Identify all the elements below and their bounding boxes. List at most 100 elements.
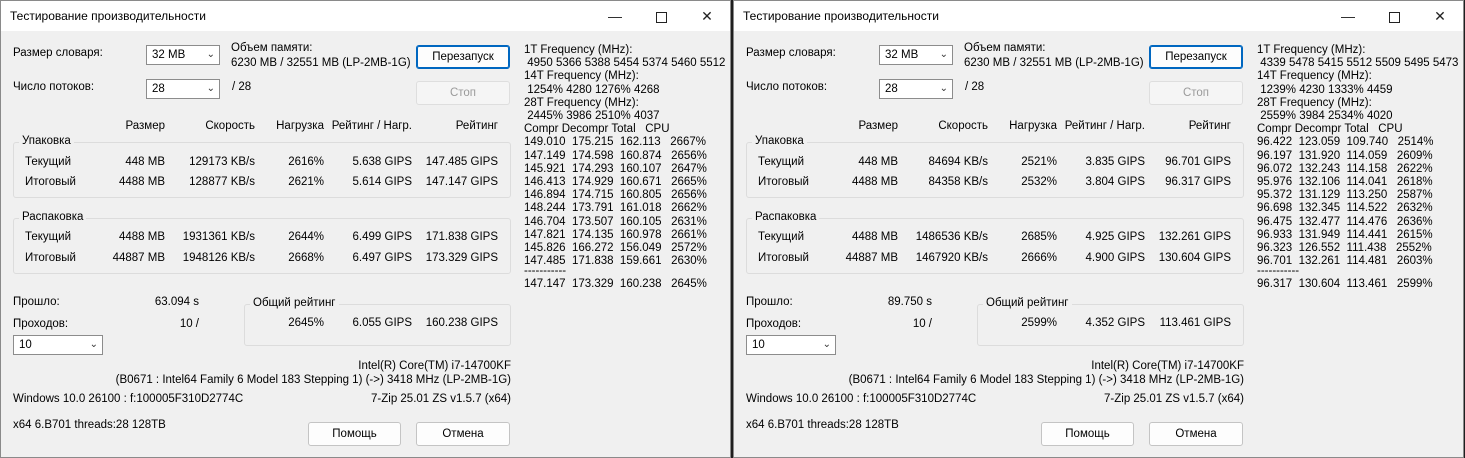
title-bar[interactable]: Тестирование производительности — ✕: [734, 1, 1463, 31]
log-line: 4950 5366 5388 5454 5374 5460 5512: [524, 57, 726, 70]
log-line: 146.413 174.929 160.671 2665%: [524, 176, 707, 189]
log-line: 14T Frequency (MHz):: [1257, 70, 1372, 83]
compress-group-title: Упаковка: [752, 135, 807, 147]
log-line: 28T Frequency (MHz):: [524, 96, 639, 109]
memory-label: Объем памяти:: [231, 42, 313, 54]
log-total-line: 147.147 173.329 160.238 2645%: [524, 278, 707, 290]
minimize-icon[interactable]: —: [1325, 1, 1371, 31]
compress-total-rpu: 5.614 GIPS: [352, 176, 412, 188]
compress-total-load: 2621%: [288, 176, 324, 188]
log-line: 96.072 132.243 114.158 2622%: [1257, 162, 1433, 175]
overall-rating-per-load: 6.055 GIPS: [352, 317, 412, 329]
stop-button[interactable]: Стоп: [416, 81, 510, 105]
col-rating-per-load-header: Рейтинг / Нагр.: [1064, 120, 1145, 132]
close-icon[interactable]: ✕: [1417, 1, 1463, 31]
cancel-button[interactable]: Отмена: [1149, 422, 1243, 446]
passes-select[interactable]: 10 ⌄: [13, 335, 103, 355]
log-line: 28T Frequency (MHz):: [1257, 96, 1372, 109]
log-line: 1T Frequency (MHz):: [1257, 44, 1366, 56]
compress-total-load: 2532%: [1021, 176, 1057, 188]
compress-current-load: 2521%: [1021, 156, 1057, 168]
elapsed-label: Прошло:: [13, 296, 60, 308]
threads-select[interactable]: 28 ⌄: [879, 79, 953, 99]
col-size-header: Размер: [858, 120, 898, 132]
minimize-icon[interactable]: —: [592, 1, 638, 31]
overall-load: 2645%: [288, 317, 324, 329]
dictionary-size-label: Размер словаря:: [13, 47, 103, 59]
chevron-down-icon: ⌄: [939, 83, 948, 94]
help-button[interactable]: Помощь: [1041, 422, 1134, 446]
decompress-group: [746, 218, 1244, 274]
decompress-current-rpu: 6.499 GIPS: [352, 231, 412, 243]
log-line: 145.921 174.293 160.107 2647%: [524, 162, 707, 175]
chevron-down-icon: ⌄: [206, 49, 215, 60]
decompress-group-title: Распаковка: [19, 211, 87, 223]
col-load-header: Нагрузка: [1009, 120, 1057, 132]
threads-label: Число потоков:: [746, 81, 828, 93]
log-line: 147.821 174.135 160.978 2661%: [524, 228, 707, 241]
log-line: Compr Decompr Total CPU: [1257, 123, 1403, 136]
help-button[interactable]: Помощь: [308, 422, 401, 446]
log-line: 1254% 4280 1276% 4268: [524, 83, 660, 96]
overall-load: 2599%: [1021, 317, 1057, 329]
overall-rating-title: Общий рейтинг: [983, 297, 1072, 309]
log-line: 4339 5478 5415 5512 5509 5495 5473: [1257, 57, 1459, 70]
compress-current-speed: 84694 KB/s: [928, 156, 988, 168]
threads-select[interactable]: 28 ⌄: [146, 79, 220, 99]
restart-button[interactable]: Перезапуск: [1149, 45, 1243, 69]
log-line: Compr Decompr Total CPU: [524, 123, 670, 136]
close-icon[interactable]: ✕: [684, 1, 730, 31]
dictionary-size-select[interactable]: 32 MB ⌄: [146, 45, 220, 65]
log-line: 95.372 131.129 113.250 2587%: [1257, 189, 1433, 202]
col-rating-header: Рейтинг: [1188, 120, 1231, 132]
passes-select[interactable]: 10 ⌄: [746, 335, 836, 355]
restart-button[interactable]: Перезапуск: [416, 45, 510, 69]
chevron-down-icon: ⌄: [822, 339, 831, 350]
elapsed-value: 63.094 s: [154, 296, 199, 308]
col-rating-per-load-header: Рейтинг / Нагр.: [331, 120, 412, 132]
stop-button[interactable]: Стоп: [1149, 81, 1243, 105]
compress-current-load: 2616%: [288, 156, 324, 168]
decompress-current-label: Текущий: [758, 231, 804, 243]
cpu-name: Intel(R) Core(TM) i7-14700KF: [1091, 360, 1244, 372]
col-speed-header: Скорость: [938, 120, 988, 132]
compress-current-rpu: 3.835 GIPS: [1085, 156, 1145, 168]
cancel-button[interactable]: Отмена: [416, 422, 510, 446]
decompress-group-title: Распаковка: [752, 211, 820, 223]
dictionary-size-value: 32 MB: [885, 49, 919, 61]
compress-total-label: Итоговый: [25, 176, 76, 188]
threads-value: 28: [885, 83, 898, 95]
cpu-details: (B0671 : Intel64 Family 6 Model 183 Step…: [848, 374, 1244, 386]
passes-label: Проходов:: [13, 318, 69, 330]
dictionary-size-value: 32 MB: [152, 49, 186, 61]
log-separator: -----------: [1257, 265, 1300, 277]
decompress-total-speed: 1948126 KB/s: [182, 252, 255, 264]
compress-group: [746, 142, 1244, 198]
maximize-icon[interactable]: [638, 1, 684, 31]
decompress-total-label: Итоговый: [25, 252, 76, 264]
log-line: 95.976 132.106 114.041 2618%: [1257, 176, 1433, 189]
log-line: 96.475 132.477 114.476 2636%: [1257, 215, 1433, 228]
dictionary-size-select[interactable]: 32 MB ⌄: [879, 45, 953, 65]
decompress-current-label: Текущий: [25, 231, 71, 243]
decompress-total-load: 2666%: [1021, 252, 1057, 264]
log-line: 148.244 173.791 161.018 2662%: [524, 202, 707, 215]
version-info: 7-Zip 25.01 ZS v1.5.7 (x64): [371, 393, 511, 405]
maximize-icon[interactable]: [1371, 1, 1417, 31]
overall-rating-title: Общий рейтинг: [250, 297, 339, 309]
passes-select-value: 10: [752, 339, 765, 351]
passes-select-value: 10: [19, 339, 32, 351]
title-bar[interactable]: Тестирование производительности — ✕: [1, 1, 730, 31]
col-rating-header: Рейтинг: [455, 120, 498, 132]
decompress-current-rpu: 4.925 GIPS: [1085, 231, 1145, 243]
log-line: 146.704 173.507 160.105 2631%: [524, 215, 707, 228]
log-separator: -----------: [524, 265, 567, 277]
cpu-name: Intel(R) Core(TM) i7-14700KF: [358, 360, 511, 372]
memory-label: Объем памяти:: [964, 42, 1046, 54]
decompress-total-rpu: 6.497 GIPS: [352, 252, 412, 264]
log-line: 96.698 132.345 114.522 2632%: [1257, 202, 1433, 215]
decompress-total-rating: 130.604 GIPS: [1158, 252, 1231, 264]
elapsed-value: 89.750 s: [887, 296, 932, 308]
log-total-line: 96.317 130.604 113.461 2599%: [1257, 278, 1433, 290]
benchmark-window: Тестирование производительности — ✕ Разм…: [0, 0, 731, 458]
